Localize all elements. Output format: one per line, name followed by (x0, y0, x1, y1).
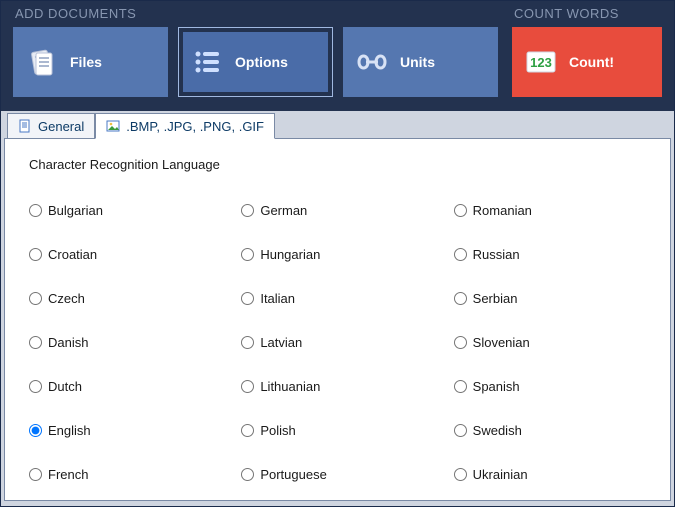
language-label: German (260, 203, 307, 218)
language-radio[interactable] (241, 424, 254, 437)
units-button[interactable]: Units (343, 27, 498, 97)
language-radio[interactable] (454, 248, 467, 261)
language-option[interactable]: Danish (29, 320, 221, 364)
language-radio[interactable] (241, 468, 254, 481)
language-option[interactable]: Dutch (29, 364, 221, 408)
panel-title: Character Recognition Language (29, 157, 646, 172)
language-radio[interactable] (454, 380, 467, 393)
language-label: English (48, 423, 91, 438)
language-option[interactable]: Russian (454, 232, 646, 276)
options-button-label: Options (235, 54, 288, 70)
language-radio[interactable] (29, 380, 42, 393)
files-button-label: Files (70, 54, 102, 70)
language-option[interactable]: Polish (241, 408, 433, 452)
language-radio[interactable] (29, 336, 42, 349)
units-button-label: Units (400, 54, 435, 70)
language-label: Russian (473, 247, 520, 262)
language-label: Hungarian (260, 247, 320, 262)
tabstrip: General .BMP, .JPG, .PNG, .GIF (1, 111, 674, 139)
tab-general-label: General (38, 119, 84, 134)
language-radio[interactable] (29, 424, 42, 437)
section-count-words: COUNT WORDS 123 Count! (508, 1, 666, 103)
language-option[interactable]: Portuguese (241, 452, 433, 496)
language-option[interactable]: Lithuanian (241, 364, 433, 408)
language-label: Danish (48, 335, 88, 350)
section-add-documents: ADD DOCUMENTS (9, 1, 508, 103)
language-label: Lithuanian (260, 379, 320, 394)
document-icon (18, 119, 32, 133)
language-label: Swedish (473, 423, 522, 438)
language-label: Dutch (48, 379, 82, 394)
language-option[interactable]: Spanish (454, 364, 646, 408)
language-option[interactable]: Bulgarian (29, 188, 221, 232)
language-label: Spanish (473, 379, 520, 394)
tab-general[interactable]: General (7, 113, 95, 139)
units-icon (344, 28, 400, 96)
options-panel: Character Recognition Language Bulgarian… (4, 138, 671, 501)
top-toolbar: ADD DOCUMENTS (1, 1, 674, 111)
count-buttons-row: 123 Count! (508, 27, 666, 97)
tab-images-label: .BMP, .JPG, .PNG, .GIF (126, 119, 264, 134)
language-radio[interactable] (29, 204, 42, 217)
language-radio[interactable] (241, 248, 254, 261)
language-radio[interactable] (454, 336, 467, 349)
language-radio[interactable] (454, 204, 467, 217)
language-radio[interactable] (29, 468, 42, 481)
language-label: Czech (48, 291, 85, 306)
image-icon (106, 119, 120, 133)
language-radio[interactable] (454, 292, 467, 305)
language-label: Latvian (260, 335, 302, 350)
svg-text:123: 123 (530, 55, 552, 70)
language-radio[interactable] (241, 336, 254, 349)
language-option[interactable]: Serbian (454, 276, 646, 320)
language-option[interactable]: Czech (29, 276, 221, 320)
language-label: Romanian (473, 203, 532, 218)
tab-images[interactable]: .BMP, .JPG, .PNG, .GIF (95, 113, 275, 139)
language-label: Serbian (473, 291, 518, 306)
language-radio[interactable] (29, 292, 42, 305)
language-radio[interactable] (241, 292, 254, 305)
language-option[interactable]: German (241, 188, 433, 232)
files-icon (14, 28, 70, 96)
language-label: Ukrainian (473, 467, 528, 482)
language-label: Slovenian (473, 335, 530, 350)
language-option[interactable]: Croatian (29, 232, 221, 276)
files-button[interactable]: Files (13, 27, 168, 97)
options-button[interactable]: Options (178, 27, 333, 97)
language-radio[interactable] (454, 424, 467, 437)
language-option[interactable]: Swedish (454, 408, 646, 452)
language-label: French (48, 467, 88, 482)
language-label: Bulgarian (48, 203, 103, 218)
language-radio[interactable] (241, 204, 254, 217)
language-label: Polish (260, 423, 295, 438)
language-option[interactable]: Hungarian (241, 232, 433, 276)
language-grid: Bulgarian German Romanian Croatian Hungarian… (29, 188, 646, 496)
add-buttons-row: Files Options (9, 27, 508, 97)
language-option[interactable]: Italian (241, 276, 433, 320)
language-option[interactable]: French (29, 452, 221, 496)
language-option[interactable]: English (29, 408, 221, 452)
language-label: Croatian (48, 247, 97, 262)
language-label: Italian (260, 291, 295, 306)
language-label: Portuguese (260, 467, 327, 482)
language-radio[interactable] (241, 380, 254, 393)
language-radio[interactable] (454, 468, 467, 481)
options-icon (179, 28, 235, 96)
language-option[interactable]: Romanian (454, 188, 646, 232)
count-icon: 123 (513, 28, 569, 96)
language-option[interactable]: Ukrainian (454, 452, 646, 496)
section-label-count: COUNT WORDS (508, 1, 666, 27)
count-button-label: Count! (569, 54, 614, 70)
language-option[interactable]: Latvian (241, 320, 433, 364)
language-radio[interactable] (29, 248, 42, 261)
language-option[interactable]: Slovenian (454, 320, 646, 364)
count-button[interactable]: 123 Count! (512, 27, 662, 97)
section-label-add: ADD DOCUMENTS (9, 1, 508, 27)
